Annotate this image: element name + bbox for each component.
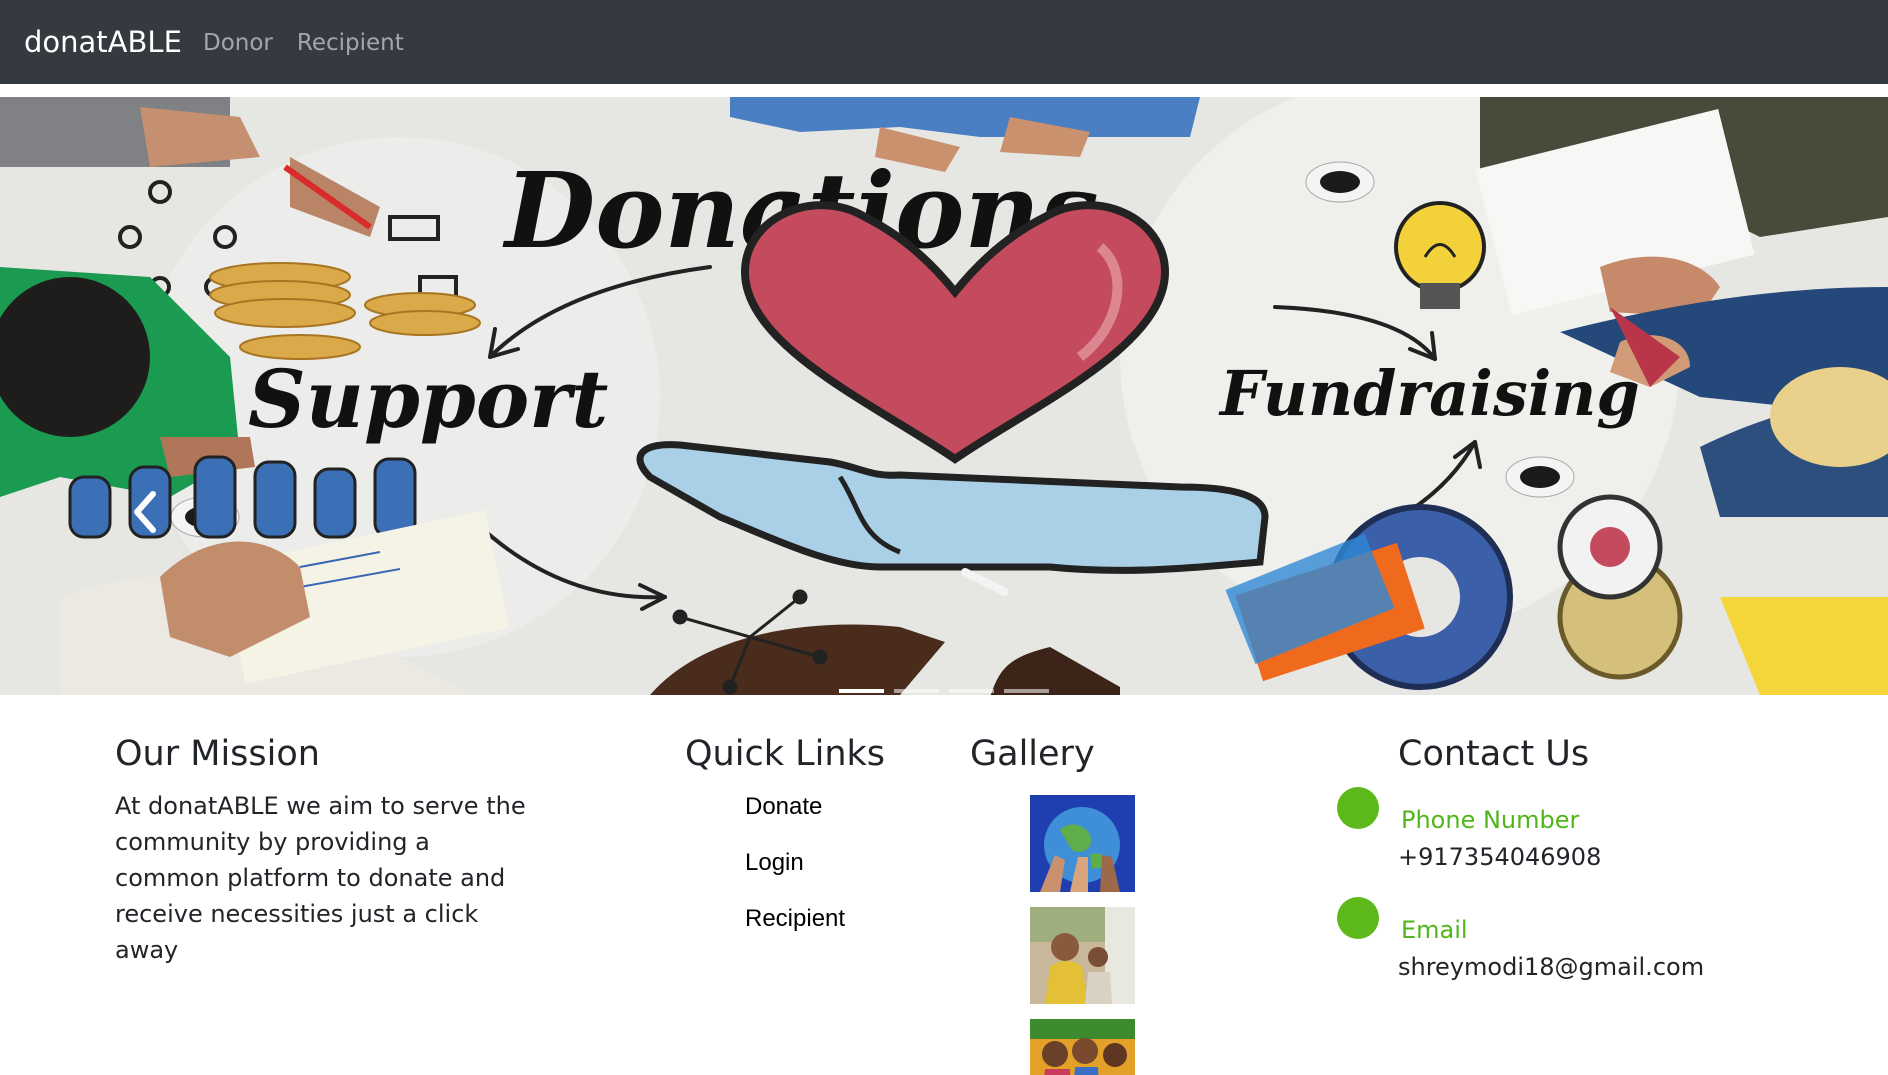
email-icon	[1337, 897, 1379, 939]
quick-link-recipient[interactable]: Recipient	[745, 904, 845, 934]
carousel-indicator-2[interactable]	[894, 689, 939, 693]
gallery-image-elderly-woman[interactable]	[1030, 907, 1135, 1004]
donations-banner-image: Donations Support Fundraising	[0, 97, 1888, 695]
hero-carousel: Donations Support Fundraising	[0, 97, 1888, 695]
quick-links-title: Quick Links	[685, 734, 886, 774]
gallery-image-children[interactable]	[1030, 1019, 1135, 1075]
email-value[interactable]: shreymodi18@gmail.com	[1398, 952, 1704, 982]
phone-label: Phone Number	[1401, 806, 1580, 834]
phone-icon	[1337, 787, 1379, 829]
mission-title: Our Mission	[115, 734, 320, 774]
carousel-prev-button[interactable]	[110, 477, 180, 547]
quick-link-login[interactable]: Login	[745, 848, 804, 878]
carousel-indicators	[0, 689, 1888, 693]
carousel-indicator-3[interactable]	[949, 689, 994, 693]
phone-value[interactable]: +917354046908	[1398, 842, 1601, 872]
nav-link-recipient[interactable]: Recipient	[297, 28, 404, 58]
brand-logo[interactable]: donatABLE	[24, 24, 182, 60]
navbar: donatABLE Donor Recipient	[0, 0, 1888, 84]
banner-fundraising-text: Fundraising	[1218, 357, 1640, 430]
nav-links: Donor Recipient	[203, 28, 404, 58]
chevron-left-icon	[134, 491, 156, 533]
carousel-indicator-4[interactable]	[1004, 689, 1049, 693]
carousel-indicator-1[interactable]	[839, 689, 884, 693]
nav-link-donor[interactable]: Donor	[203, 28, 273, 58]
mission-text: At donatABLE we aim to serve the communi…	[115, 792, 526, 964]
email-label: Email	[1401, 916, 1468, 944]
contact-title: Contact Us	[1398, 734, 1590, 774]
quick-link-donate[interactable]: Donate	[745, 792, 822, 822]
banner-support-text: Support	[248, 352, 608, 446]
gallery-image-globe-hands[interactable]	[1030, 795, 1135, 892]
gallery-title: Gallery	[970, 734, 1095, 774]
